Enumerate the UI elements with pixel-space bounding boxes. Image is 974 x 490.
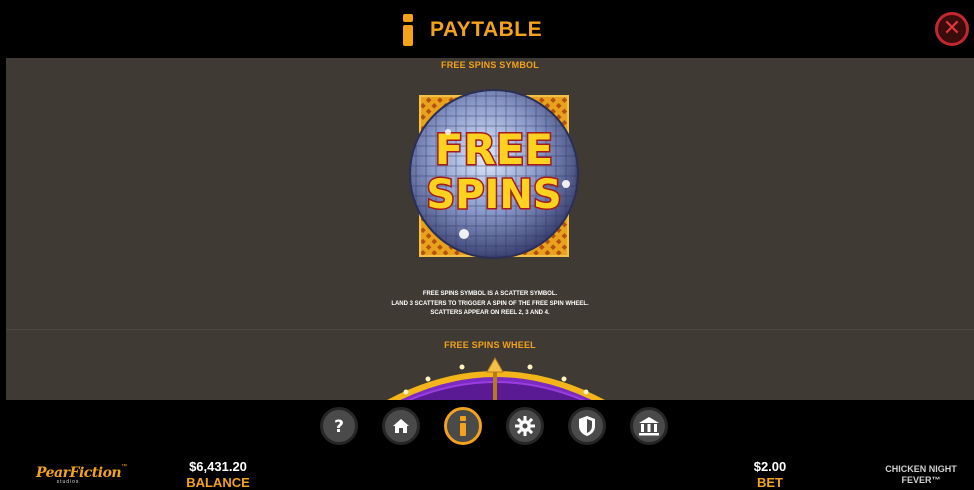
bet-label: BET — [757, 475, 783, 490]
free-spins-symbol: FREE SPINS — [409, 89, 579, 259]
symbol-section-title: FREE SPINS SYMBOL — [441, 60, 539, 70]
section-divider — [6, 329, 974, 330]
status-footer: PearFiction™ studios $6,431.20 BALANCE $… — [0, 455, 974, 490]
free-spins-wheel — [387, 356, 605, 400]
shield-icon — [579, 416, 595, 436]
header-title-group: PAYTABLE — [400, 12, 542, 48]
close-icon: ✕ — [942, 16, 962, 41]
bank-button[interactable] — [630, 407, 668, 445]
bank-icon — [639, 417, 659, 436]
balance-value: $6,431.20 — [189, 459, 247, 474]
responsible-gaming-button[interactable] — [568, 407, 606, 445]
game-name: CHICKEN NIGHT FEVER™ — [880, 464, 962, 486]
logo-tm: ™ — [121, 464, 128, 470]
bet-value: $2.00 — [753, 459, 787, 474]
description-line: SCATTERS APPEAR ON REEL 2, 3 AND 4. — [430, 310, 550, 316]
home-button[interactable] — [382, 407, 420, 445]
balance-label: BALANCE — [186, 475, 250, 490]
info-icon — [460, 416, 466, 436]
info-button[interactable] — [444, 407, 482, 445]
game-name-line: CHICKEN NIGHT — [885, 464, 957, 474]
game-name-line: FEVER™ — [901, 475, 941, 485]
settings-button[interactable] — [506, 407, 544, 445]
help-icon: ? — [334, 417, 344, 436]
paytable-content[interactable]: FREE SPINS SYMBOL FREE SPINS FREE SPINS … — [6, 58, 974, 400]
settings-icon — [515, 416, 535, 436]
info-icon — [400, 14, 416, 46]
home-icon — [393, 419, 409, 433]
page-title: PAYTABLE — [430, 18, 543, 41]
symbol-description: FREE SPINS SYMBOL IS A SCATTER SYMBOL. L… — [6, 290, 974, 319]
header-bar: PAYTABLE ✕ — [0, 0, 974, 58]
symbol-free-text: FREE — [435, 125, 553, 174]
wheel-section-title: FREE SPINS WHEEL — [444, 340, 536, 350]
menu-nav-bar: ? — [0, 400, 974, 455]
studio-logo: PearFiction™ studios — [36, 464, 127, 488]
svg-text:?: ? — [334, 417, 344, 436]
description-line: FREE SPINS SYMBOL IS A SCATTER SYMBOL. — [422, 291, 558, 297]
symbol-spins-text: SPINS — [426, 172, 561, 218]
close-button[interactable]: ✕ — [935, 12, 969, 46]
description-line: LAND 3 SCATTERS TO TRIGGER A SPIN OF THE… — [391, 300, 589, 307]
help-button[interactable]: ? — [320, 407, 358, 445]
